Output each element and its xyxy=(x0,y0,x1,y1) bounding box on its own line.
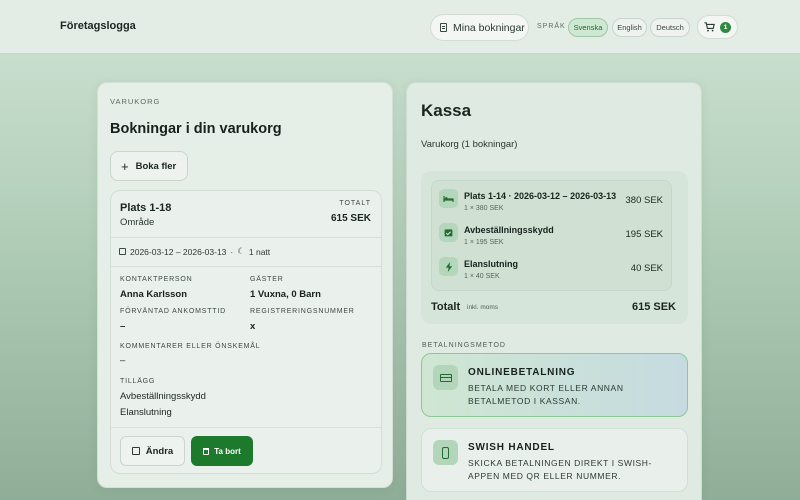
my-bookings-label: Mina bokningar xyxy=(453,21,525,34)
booking-title: Plats 1-18 xyxy=(120,202,172,214)
delete-label: Ta bort xyxy=(214,446,241,456)
arrival-label: FÖRVÄNTAD ANKOMSTTID xyxy=(120,308,226,315)
addons-label: TILLÄGG xyxy=(120,378,156,385)
pencil-icon xyxy=(131,447,140,455)
payment-option-description: SKICKA BETALNINGEN DIREKT I SWISH-APPEN … xyxy=(468,458,652,481)
language-english-button[interactable]: English xyxy=(612,18,647,37)
divider xyxy=(111,266,381,267)
contact-value: Anna Karlsson xyxy=(120,289,188,300)
divider xyxy=(111,427,381,428)
order-line-name: Elanslutning xyxy=(464,259,518,269)
payment-option-online[interactable]: ONLINEBETALNING BETALA MED KORT ELLER AN… xyxy=(421,353,688,417)
phone-icon xyxy=(433,440,458,465)
cart-eyebrow: VARUKORG xyxy=(110,97,161,106)
divider xyxy=(111,237,381,238)
language-deutsch-button[interactable]: Deutsch xyxy=(650,18,690,37)
company-logo[interactable]: Företagslogga xyxy=(60,20,136,32)
calendar-check-icon xyxy=(439,223,458,242)
comments-label: KOMMENTARER ELLER ÖNSKEMÅL xyxy=(120,343,261,350)
cart-button[interactable]: 1 xyxy=(697,15,738,39)
total-vat-note: inkl. moms xyxy=(467,304,499,311)
cart-summary: Varukorg (1 bokningar) xyxy=(421,139,518,150)
order-line-qty: 1 × 195 SEK xyxy=(464,239,504,246)
registration-value: x xyxy=(250,321,256,332)
payment-option-title: SWISH HANDEL xyxy=(468,442,555,453)
guests-label: GÄSTER xyxy=(250,276,284,283)
book-more-label: Boka fler xyxy=(135,160,177,172)
order-line: Avbeställningsskydd 1 × 195 SEK 195 SEK xyxy=(432,215,671,249)
header: Företagslogga Mina bokningar SPRÅK Svens… xyxy=(0,0,800,54)
edit-button[interactable]: Ändra xyxy=(120,436,185,466)
order-summary: Plats 1-14 · 2026-03-12 – 2026-03-13 1 ×… xyxy=(421,171,688,324)
contact-label: KONTAKTPERSON xyxy=(120,276,193,283)
payment-method-label: BETALNINGSMETOD xyxy=(422,342,506,349)
total-value: 615 SEK xyxy=(631,301,676,313)
booking-card: Plats 1-18 Område TOTALT 615 SEK 2026-03… xyxy=(110,190,382,474)
order-line-price: 40 SEK xyxy=(630,263,663,274)
booking-total: 615 SEK xyxy=(330,213,371,224)
delete-button[interactable]: Ta bort xyxy=(191,436,253,466)
order-line-qty: 1 × 40 SEK xyxy=(464,273,500,280)
plus-icon: + xyxy=(121,158,129,174)
order-line-price: 195 SEK xyxy=(625,229,664,240)
language-label: SPRÅK xyxy=(537,23,566,30)
order-line-name: Avbeställningsskydd xyxy=(464,225,554,235)
addon-item: Avbeställningsskydd xyxy=(120,391,206,402)
book-more-button[interactable]: + Boka fler xyxy=(110,151,188,181)
checkout-title: Kassa xyxy=(421,101,472,120)
order-lines: Plats 1-14 · 2026-03-12 – 2026-03-13 1 ×… xyxy=(431,180,672,291)
bolt-icon xyxy=(439,257,458,276)
order-line: Elanslutning 1 × 40 SEK 40 SEK xyxy=(432,249,671,283)
guests-value: 1 Vuxna, 0 Barn xyxy=(250,289,321,300)
order-line-name: Plats 1-14 · 2026-03-12 – 2026-03-13 xyxy=(464,191,617,201)
payment-option-swish[interactable]: SWISH HANDEL SKICKA BETALNINGEN DIREKT I… xyxy=(421,428,688,492)
addon-item: Elanslutning xyxy=(120,407,172,418)
checkout-panel: Kassa Varukorg (1 bokningar) Plats 1-14 … xyxy=(406,82,702,500)
booking-dates-row: 2026-03-12 – 2026-03-13 · ☾ 1 natt xyxy=(119,246,270,257)
calendar-icon xyxy=(119,248,126,255)
total-label: Totalt xyxy=(431,301,461,313)
payment-option-description: BETALA MED KORT ELLER ANNAN BETALMETOD I… xyxy=(468,383,624,406)
order-line: Plats 1-14 · 2026-03-12 – 2026-03-13 1 ×… xyxy=(432,181,671,215)
clipboard-icon xyxy=(440,23,447,32)
bed-icon xyxy=(439,189,458,208)
comments-value: – xyxy=(120,355,126,366)
booking-dates: 2026-03-12 – 2026-03-13 xyxy=(130,246,227,257)
booking-nights: 1 natt xyxy=(248,246,271,257)
booking-total-label: TOTALT xyxy=(339,200,371,207)
credit-card-icon xyxy=(433,365,458,390)
moon-icon: ☾ xyxy=(237,246,245,256)
separator-dot: · xyxy=(230,246,234,257)
language-svenska-button[interactable]: Svenska xyxy=(568,18,608,37)
arrival-value: – xyxy=(120,321,126,332)
cart-title: Bokningar i din varukorg xyxy=(110,121,282,137)
edit-label: Ändra xyxy=(145,445,174,457)
trash-icon xyxy=(203,447,210,455)
cart-icon xyxy=(704,22,715,32)
my-bookings-button[interactable]: Mina bokningar xyxy=(430,14,529,41)
payment-option-title: ONLINEBETALNING xyxy=(468,367,576,378)
cart-panel: VARUKORG Bokningar i din varukorg + Boka… xyxy=(97,82,393,488)
order-line-qty: 1 × 380 SEK xyxy=(464,205,504,212)
registration-label: REGISTRERINGSNUMMER xyxy=(250,308,355,315)
booking-area: Område xyxy=(120,217,155,228)
cart-count-badge: 1 xyxy=(720,21,731,33)
order-line-price: 380 SEK xyxy=(625,195,664,206)
